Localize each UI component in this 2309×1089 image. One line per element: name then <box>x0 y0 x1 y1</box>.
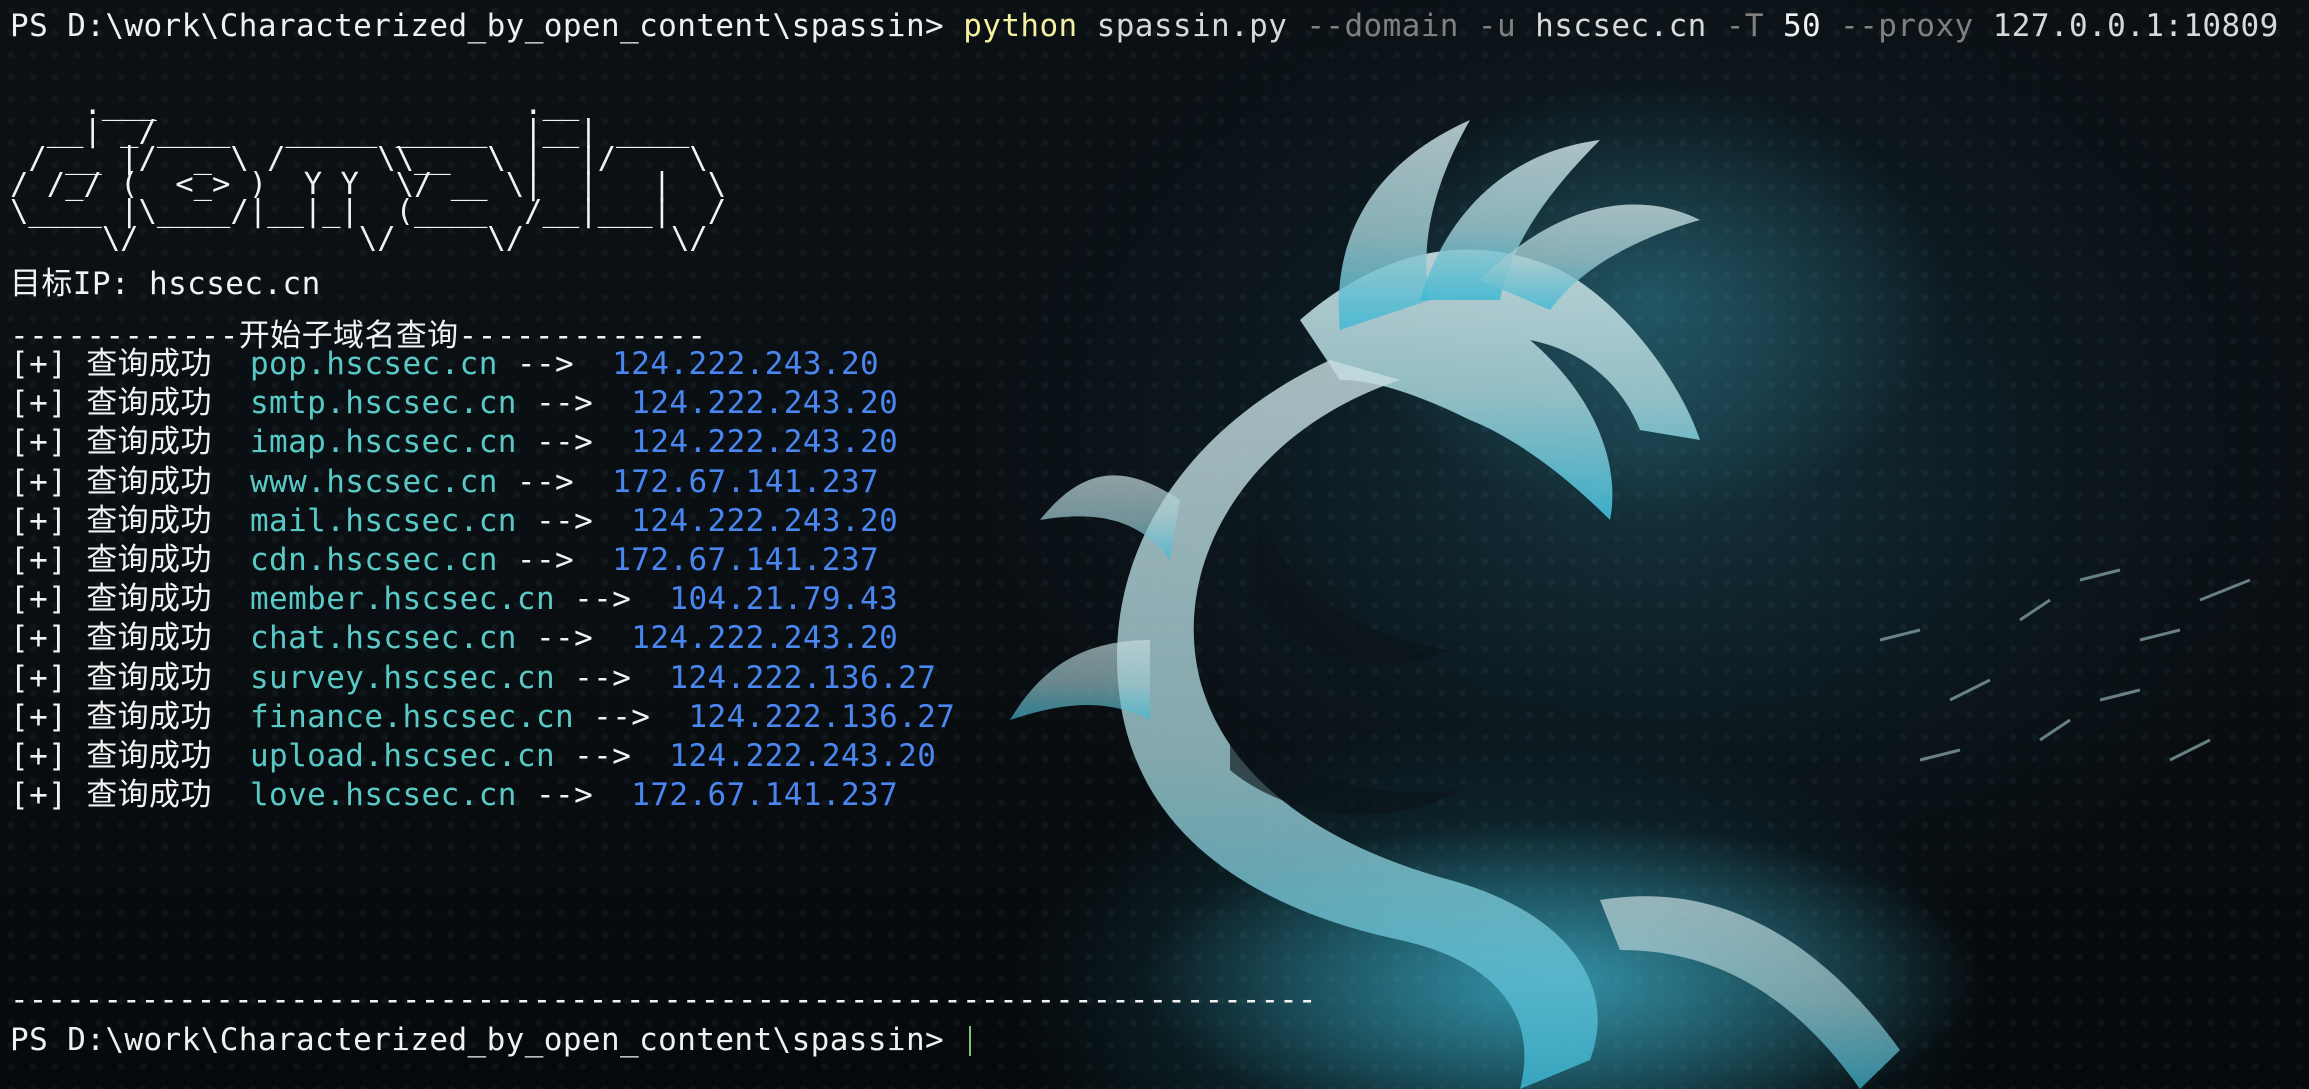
result-prefix: [+] 查询成功 <box>10 581 250 618</box>
command-line: PS D:\work\Characterized_by_open_content… <box>10 6 2279 46</box>
result-arrow: --> <box>516 620 632 657</box>
result-arrow: --> <box>497 542 613 578</box>
footer-divider: ----------------------------------------… <box>10 982 1317 1018</box>
ascii-banner: .___ .__ __| _/____ _____ _____ |__| ___… <box>10 87 727 256</box>
result-arrow: --> <box>555 581 670 618</box>
result-domain: chat.hscsec.cn <box>249 620 517 657</box>
threads-value: 50 <box>1782 8 1822 44</box>
flag-u: -u <box>1458 8 1536 44</box>
result-ip: 124.222.243.20 <box>631 502 899 539</box>
result-domain: finance.hscsec.cn <box>249 698 575 735</box>
result-domain: cdn.hscsec.cn <box>249 542 498 578</box>
command-script: spassin.py <box>1077 8 1307 44</box>
result-domain: smtp.hscsec.cn <box>249 385 517 422</box>
terminal-output: PS D:\work\Characterized_by_open_content… <box>10 0 2309 1089</box>
target-label: 目标IP: hscsec.cn <box>10 266 321 302</box>
result-domain: pop.hscsec.cn <box>249 346 498 382</box>
result-ip: 124.222.136.27 <box>669 659 937 696</box>
result-domain: survey.hscsec.cn <box>249 659 556 696</box>
result-row: [+] 查询成功 www.hscsec.cn --> 172.67.141.23… <box>10 462 879 502</box>
result-ip: 172.67.141.237 <box>612 463 880 500</box>
result-prefix: [+] 查询成功 <box>10 659 250 696</box>
result-arrow: --> <box>574 698 689 735</box>
command-program: python <box>963 8 1078 44</box>
result-prefix: [+] 查询成功 <box>10 463 250 500</box>
result-domain: love.hscsec.cn <box>249 777 517 814</box>
result-prefix: [+] 查询成功 <box>10 502 250 539</box>
result-arrow: --> <box>516 385 632 422</box>
result-ip: 172.67.141.237 <box>631 777 899 814</box>
result-domain: www.hscsec.cn <box>249 463 498 500</box>
result-ip: 124.222.243.20 <box>631 385 899 422</box>
result-ip: 124.222.243.20 <box>669 738 937 774</box>
result-row: [+] 查询成功 love.hscsec.cn --> 172.67.141.2… <box>10 775 898 815</box>
result-prefix: [+] 查询成功 <box>10 738 250 774</box>
result-arrow: --> <box>497 346 613 382</box>
result-row: [+] 查询成功 mail.hscsec.cn --> 124.222.243.… <box>10 501 898 541</box>
result-arrow: --> <box>555 738 670 774</box>
result-row: [+] 查询成功 chat.hscsec.cn --> 124.222.243.… <box>10 618 898 658</box>
result-ip: 172.67.141.237 <box>612 542 880 578</box>
flag-threads: -T <box>1706 8 1783 44</box>
result-ip: 124.222.243.20 <box>631 424 899 461</box>
proxy-value: 127.0.0.1:10809 <box>1992 8 2279 44</box>
result-ip: 124.222.136.27 <box>688 698 956 735</box>
result-row: [+] 查询成功 imap.hscsec.cn --> 124.222.243.… <box>10 422 898 462</box>
result-row: [+] 查询成功 smtp.hscsec.cn --> 124.222.243.… <box>10 383 898 423</box>
flag-proxy: --proxy <box>1821 8 1993 44</box>
input-line[interactable]: PS D:\work\Characterized_by_open_content… <box>10 1020 972 1060</box>
result-row: [+] 查询成功 survey.hscsec.cn --> 124.222.13… <box>10 658 936 698</box>
result-domain: member.hscsec.cn <box>249 581 556 618</box>
result-row: [+] 查询成功 pop.hscsec.cn --> 124.222.243.2… <box>10 344 879 384</box>
target-argument: hscsec.cn <box>1535 8 1707 44</box>
footer-prompt: PS D:\work\Characterized_by_open_content… <box>10 1022 964 1058</box>
terminal-window[interactable]: PS D:\work\Characterized_by_open_content… <box>0 0 2309 1089</box>
result-ip: 124.222.243.20 <box>612 346 880 382</box>
result-arrow: --> <box>516 424 632 461</box>
result-prefix: [+] 查询成功 <box>10 424 250 461</box>
result-row: [+] 查询成功 cdn.hscsec.cn --> 172.67.141.23… <box>10 540 879 580</box>
flag-domain: --domain <box>1306 8 1459 44</box>
result-row: [+] 查询成功 upload.hscsec.cn --> 124.222.24… <box>10 736 936 776</box>
result-ip: 124.222.243.20 <box>631 620 899 657</box>
result-domain: imap.hscsec.cn <box>249 424 517 461</box>
result-domain: mail.hscsec.cn <box>249 502 517 539</box>
result-row: [+] 查询成功 finance.hscsec.cn --> 124.222.1… <box>10 697 955 737</box>
result-prefix: [+] 查询成功 <box>10 385 250 422</box>
result-row: [+] 查询成功 member.hscsec.cn --> 104.21.79.… <box>10 579 898 619</box>
result-prefix: [+] 查询成功 <box>10 698 250 735</box>
shell-prompt: PS D:\work\Characterized_by_open_content… <box>10 8 964 44</box>
result-arrow: --> <box>555 659 670 696</box>
result-domain: upload.hscsec.cn <box>249 738 556 774</box>
result-ip: 104.21.79.43 <box>669 581 899 618</box>
text-cursor <box>969 1026 972 1056</box>
result-arrow: --> <box>516 502 632 539</box>
result-prefix: [+] 查询成功 <box>10 777 250 814</box>
result-arrow: --> <box>497 463 613 500</box>
result-prefix: [+] 查询成功 <box>10 346 250 382</box>
result-prefix: [+] 查询成功 <box>10 542 250 578</box>
result-prefix: [+] 查询成功 <box>10 620 250 657</box>
result-arrow: --> <box>516 777 632 814</box>
